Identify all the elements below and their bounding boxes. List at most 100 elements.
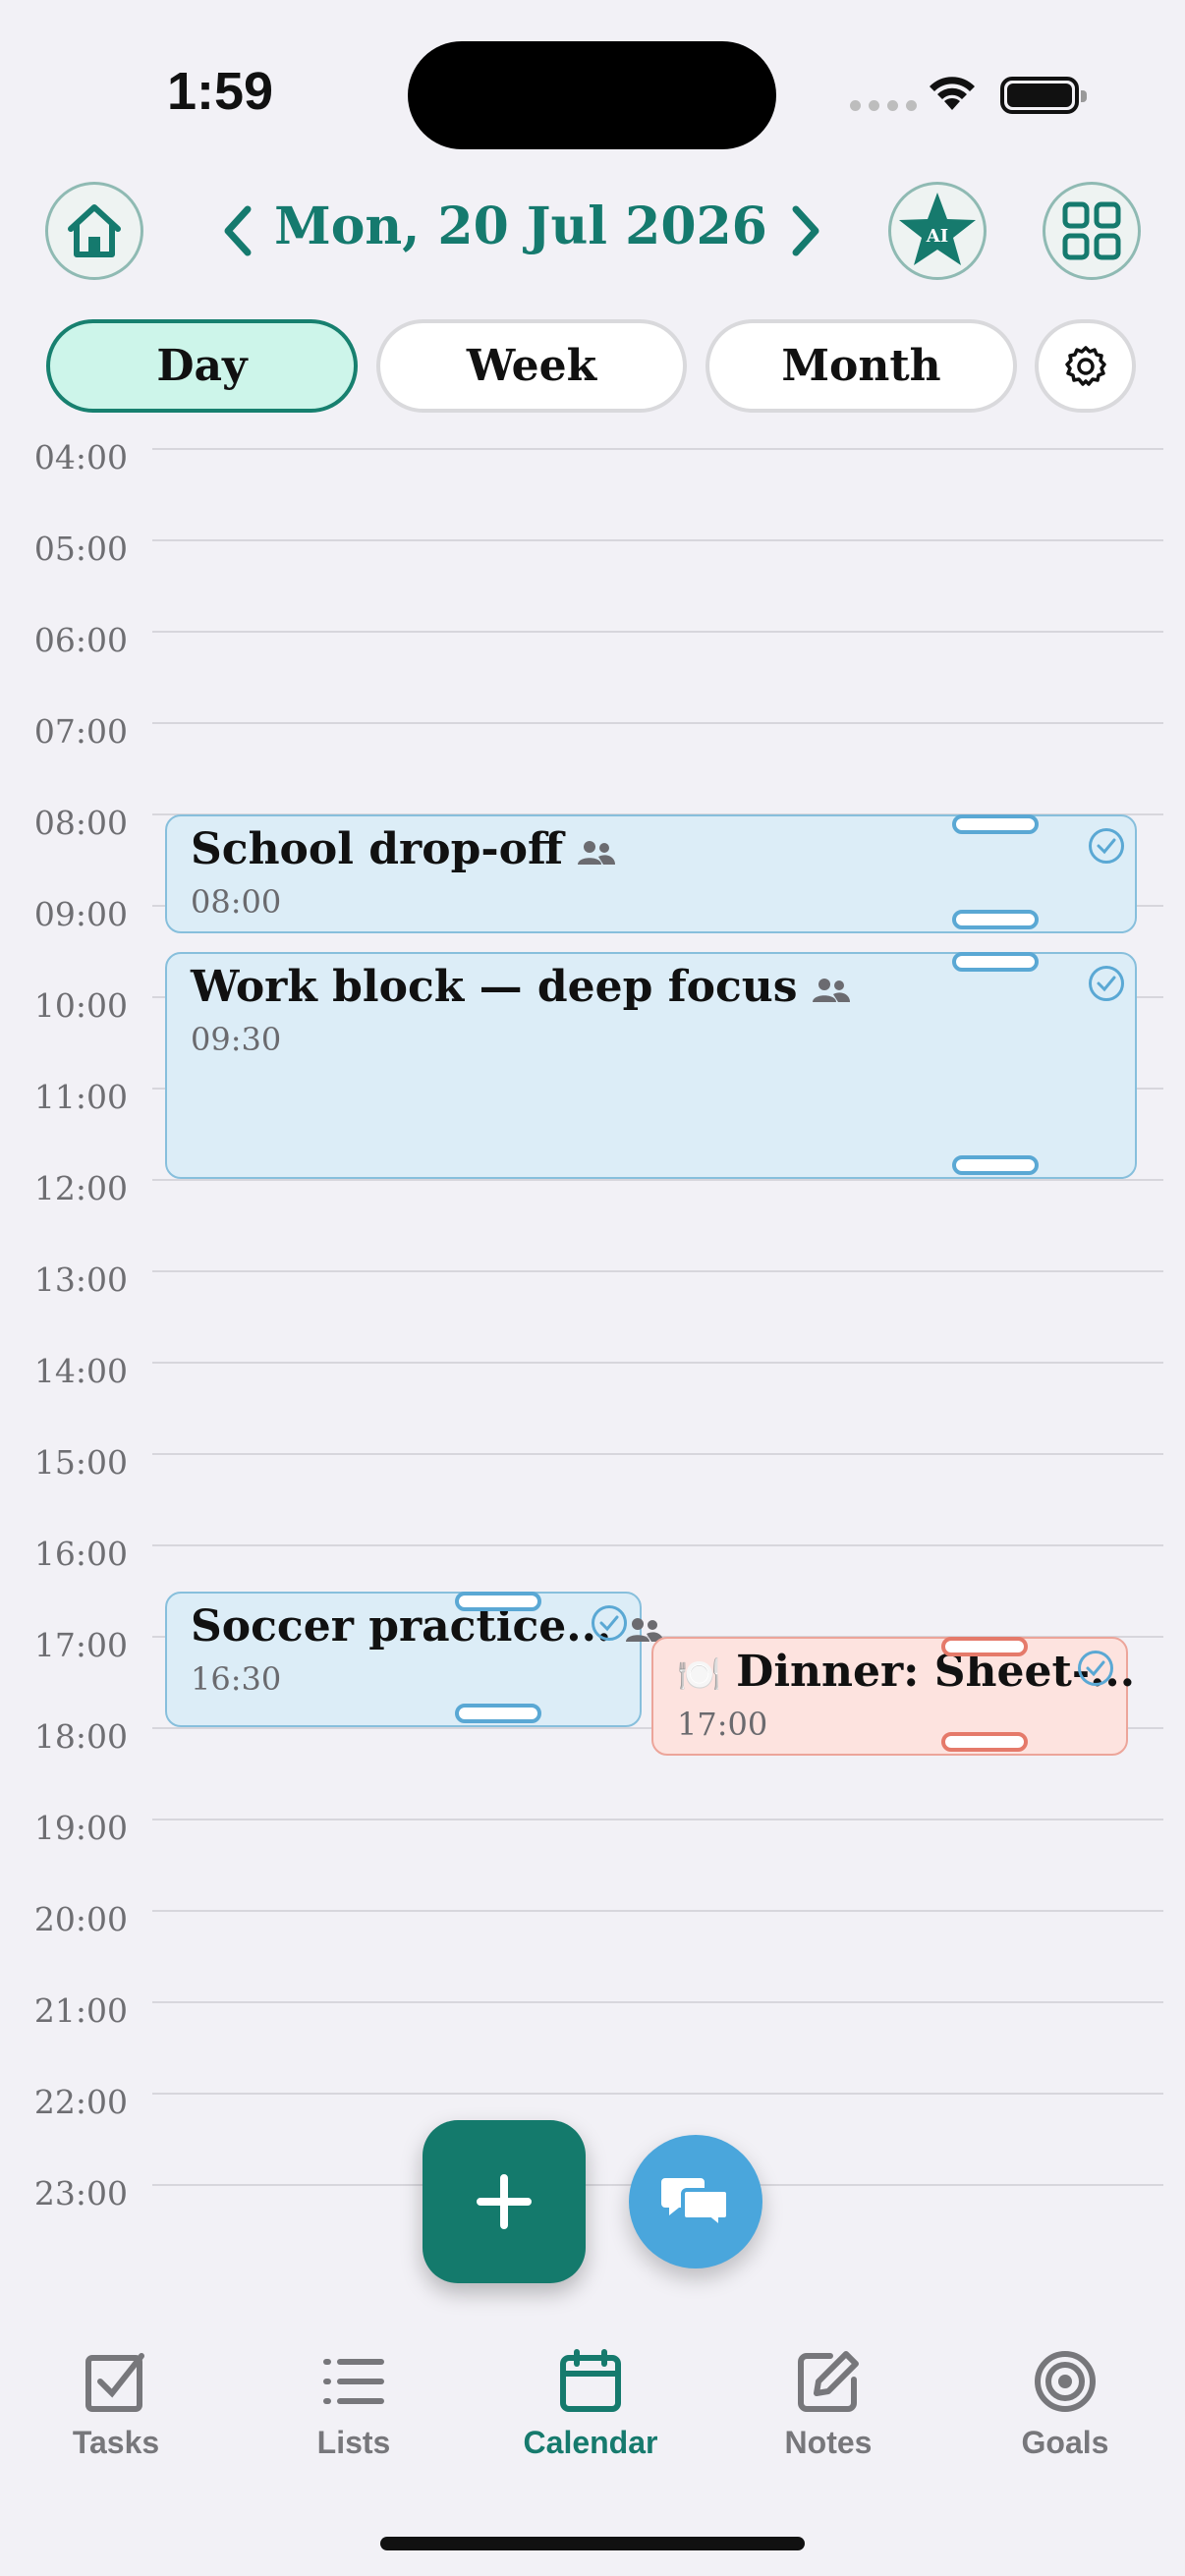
hour-label: 04:00 xyxy=(33,438,128,476)
hour-row: 19:00 xyxy=(0,1809,1185,1910)
event-time: 17:00 xyxy=(677,1706,768,1743)
hour-row: 21:00 xyxy=(0,1991,1185,2093)
tab-label: Calendar xyxy=(523,2425,658,2460)
resize-handle-top[interactable] xyxy=(952,814,1039,834)
tab-label: Notes xyxy=(784,2425,873,2460)
event-card[interactable]: 🍽️ Dinner: Sheet-... 17:00 xyxy=(651,1637,1135,1756)
chat-button[interactable] xyxy=(629,2135,762,2268)
hour-label: 18:00 xyxy=(33,1717,128,1756)
hour-label: 06:00 xyxy=(33,621,128,659)
hour-label: 14:00 xyxy=(33,1352,128,1390)
battery-icon xyxy=(1000,77,1087,114)
tab-month[interactable]: Month xyxy=(705,319,1017,413)
hour-row: 20:00 xyxy=(0,1900,1185,2001)
chevron-left-icon xyxy=(224,205,252,256)
next-day-button[interactable] xyxy=(776,196,835,265)
add-event-button[interactable] xyxy=(423,2120,586,2283)
complete-check-icon[interactable] xyxy=(1089,966,1124,1001)
hour-label: 19:00 xyxy=(33,1809,128,1847)
hour-row: 13:00 xyxy=(0,1260,1185,1362)
event-card[interactable]: Work block — deep focus 09:30 xyxy=(165,952,1137,1179)
event-title-row: Work block — deep focus xyxy=(191,962,851,1012)
event-card[interactable]: School drop-off 08:00 xyxy=(165,814,1137,933)
hour-row: 04:00 xyxy=(0,438,1185,539)
tab-label: Goals xyxy=(1021,2425,1109,2460)
note-edit-icon xyxy=(798,2351,859,2412)
event-time: 16:30 xyxy=(191,1660,282,1698)
hour-row: 22:00 xyxy=(0,2083,1185,2184)
resize-handle-top[interactable] xyxy=(455,1592,541,1611)
resize-handle-bottom[interactable] xyxy=(952,1155,1039,1175)
home-icon xyxy=(68,204,121,257)
tab-goals[interactable]: Goals xyxy=(967,2348,1163,2476)
ai-star-icon: AI xyxy=(899,193,976,265)
wifi-icon xyxy=(930,77,975,110)
svg-text:AI: AI xyxy=(926,226,948,247)
checkbox-icon xyxy=(85,2353,144,2412)
hour-row: 06:00 xyxy=(0,621,1185,722)
hour-label: 20:00 xyxy=(33,1900,128,1938)
grid-icon xyxy=(1062,201,1121,260)
event-title: Dinner: Sheet-... xyxy=(736,1647,1136,1697)
chevron-right-icon xyxy=(792,205,819,256)
hour-label: 12:00 xyxy=(33,1169,128,1207)
complete-check-icon[interactable] xyxy=(592,1605,627,1641)
resize-handle-bottom[interactable] xyxy=(952,910,1039,929)
tab-tasks[interactable]: Tasks xyxy=(18,2348,214,2476)
hour-label: 09:00 xyxy=(33,895,128,933)
hour-label: 11:00 xyxy=(33,1078,128,1116)
hour-label: 22:00 xyxy=(33,2083,128,2121)
hour-label: 13:00 xyxy=(33,1260,128,1299)
tab-day[interactable]: Day xyxy=(46,319,358,413)
hour-label: 15:00 xyxy=(33,1443,128,1482)
tab-calendar[interactable]: Calendar xyxy=(492,2348,689,2476)
status-time: 1:59 xyxy=(167,62,274,121)
event-title-row: School drop-off xyxy=(191,824,616,874)
hour-label: 10:00 xyxy=(33,986,128,1025)
hour-label: 07:00 xyxy=(33,712,128,751)
dynamic-island xyxy=(408,41,776,149)
hour-label: 17:00 xyxy=(33,1626,128,1664)
hour-label: 05:00 xyxy=(33,530,128,568)
tab-week[interactable]: Week xyxy=(376,319,687,413)
home-button[interactable] xyxy=(45,182,143,280)
hour-row: 23:00 xyxy=(0,2174,1185,2275)
grid-menu-button[interactable] xyxy=(1043,182,1141,280)
hour-label: 16:00 xyxy=(33,1535,128,1573)
tab-notes[interactable]: Notes xyxy=(730,2348,927,2476)
event-title: Soccer practice... xyxy=(191,1601,612,1652)
hour-row: 05:00 xyxy=(0,530,1185,631)
event-title: Work block — deep focus xyxy=(191,962,798,1012)
shared-people-icon xyxy=(812,978,850,1002)
resize-handle-bottom[interactable] xyxy=(941,1732,1028,1752)
calendar-icon xyxy=(560,2349,621,2412)
hour-row: 14:00 xyxy=(0,1352,1185,1453)
target-icon xyxy=(1035,2351,1096,2412)
hour-row: 15:00 xyxy=(0,1443,1185,1544)
tab-label: Lists xyxy=(316,2425,391,2460)
cellular-signal-icon xyxy=(850,100,917,111)
hour-label: 21:00 xyxy=(33,1991,128,2030)
event-card[interactable]: Soccer practice... 16:30 xyxy=(165,1592,664,1727)
gear-icon xyxy=(1064,345,1106,386)
complete-check-icon[interactable] xyxy=(1089,828,1124,864)
event-title: School drop-off xyxy=(191,824,564,874)
tab-lists[interactable]: Lists xyxy=(255,2348,452,2476)
event-title-row: 🍽️ Dinner: Sheet-... xyxy=(677,1647,1135,1697)
resize-handle-bottom[interactable] xyxy=(455,1704,541,1723)
complete-check-icon[interactable] xyxy=(1078,1651,1113,1686)
current-date-title[interactable]: Mon, 20 Jul 2026 xyxy=(255,196,786,256)
plus-icon xyxy=(477,2174,532,2229)
calendar-settings-button[interactable] xyxy=(1035,319,1136,413)
resize-handle-top[interactable] xyxy=(941,1637,1028,1656)
meal-emoji-icon: 🍽️ xyxy=(677,1653,721,1696)
hour-label: 08:00 xyxy=(33,804,128,842)
ai-assistant-button[interactable]: AI xyxy=(888,182,987,280)
chat-bubbles-icon xyxy=(661,2178,730,2231)
resize-handle-top[interactable] xyxy=(952,952,1039,972)
shared-people-icon xyxy=(578,840,616,865)
event-time: 09:30 xyxy=(191,1021,282,1058)
event-time: 08:00 xyxy=(191,883,282,921)
home-indicator xyxy=(380,2537,805,2550)
hour-row: 07:00 xyxy=(0,712,1185,813)
